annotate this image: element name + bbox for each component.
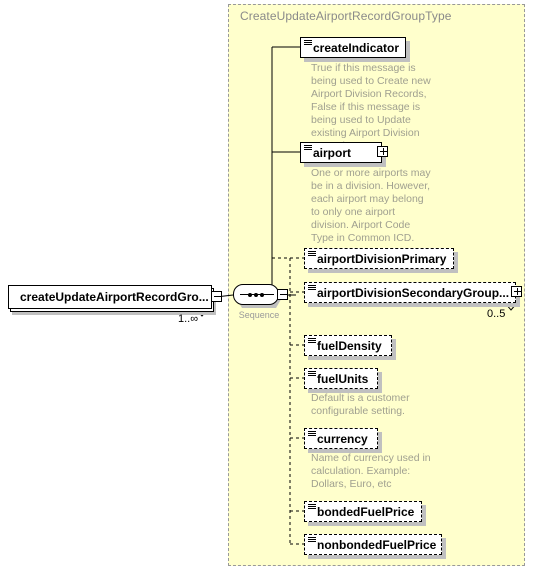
annotation-icon xyxy=(308,251,316,258)
annotation-icon xyxy=(308,338,316,345)
root-node-label: createUpdateAirportRecordGro... xyxy=(20,290,209,304)
element-node-airportDivisionSecondaryGroup[interactable]: airportDivisionSecondaryGroup... xyxy=(304,282,522,307)
annotation-text-fuelUnits: Default is a customer configurable setti… xyxy=(311,392,410,417)
element-node-fuelUnits[interactable]: fuelUnits xyxy=(304,368,382,393)
annotation-icon xyxy=(304,145,312,152)
sequence-compositor[interactable] xyxy=(233,284,288,308)
annotation-text-currency: Name of currency used in calculation. Ex… xyxy=(311,452,431,490)
element-node-label: airportDivisionPrimary xyxy=(317,251,447,266)
element-node-label: fuelDensity xyxy=(317,338,382,353)
root-node-face: createUpdateAirportRecordGro... xyxy=(8,285,212,309)
sequence-icon-bar xyxy=(240,294,274,295)
element-node-label: createIndicator xyxy=(313,40,400,55)
sequence-compositor-label: Sequence xyxy=(238,310,280,320)
secondary-group-cardinality-label: 0..5 xyxy=(487,308,506,320)
element-node-face: airport xyxy=(300,142,382,163)
element-node-face: currency xyxy=(304,428,378,449)
element-node-currency[interactable]: currency xyxy=(304,428,382,453)
element-node-face: airportDivisionSecondaryGroup... xyxy=(304,282,516,303)
element-node-face: airportDivisionPrimary xyxy=(304,248,454,269)
annotation-icon xyxy=(308,537,316,544)
element-node-bondedFuelPrice[interactable]: bondedFuelPrice xyxy=(304,501,426,526)
annotation-text-airport: One or more airports may be in a divisio… xyxy=(311,167,431,244)
element-node-label: airportDivisionSecondaryGroup... xyxy=(317,285,510,300)
root-collapse-toggle-icon[interactable] xyxy=(211,291,222,302)
annotation-text-createIndicator: True if this message is being used to Cr… xyxy=(311,62,431,152)
element-node-nonbondedFuelPrice[interactable]: nonbondedFuelPrice xyxy=(304,534,446,559)
element-node-face: nonbondedFuelPrice xyxy=(304,534,442,555)
annotation-icon xyxy=(308,285,316,292)
element-node-face: fuelDensity xyxy=(304,335,392,356)
expand-toggle-icon-airportDivisionSecondaryGroup[interactable] xyxy=(511,286,522,297)
element-node-face: bondedFuelPrice xyxy=(304,501,422,522)
annotation-icon xyxy=(304,40,312,47)
element-node-airport[interactable]: airport xyxy=(300,142,388,167)
element-node-airportDivisionPrimary[interactable]: airportDivisionPrimary xyxy=(304,248,458,273)
annotation-icon xyxy=(308,371,316,378)
element-node-face: createIndicator xyxy=(300,37,406,58)
sequence-icon xyxy=(233,284,279,305)
sequence-collapse-toggle-icon[interactable] xyxy=(277,289,288,300)
annotation-icon xyxy=(308,504,316,511)
element-node-face: fuelUnits xyxy=(304,368,378,389)
annotation-icon xyxy=(308,431,316,438)
root-element-node[interactable]: createUpdateAirportRecordGro... xyxy=(8,285,222,315)
element-node-label: bondedFuelPrice xyxy=(317,504,415,519)
expand-toggle-icon-airport[interactable] xyxy=(377,146,388,157)
element-node-createIndicator[interactable]: createIndicator xyxy=(300,37,410,62)
root-cardinality-label: 1..∞ xyxy=(178,313,199,325)
element-node-fuelDensity[interactable]: fuelDensity xyxy=(304,335,396,360)
element-node-label: nonbondedFuelPrice xyxy=(317,537,437,552)
group-title: CreateUpdateAirportRecordGroupType xyxy=(240,9,452,23)
